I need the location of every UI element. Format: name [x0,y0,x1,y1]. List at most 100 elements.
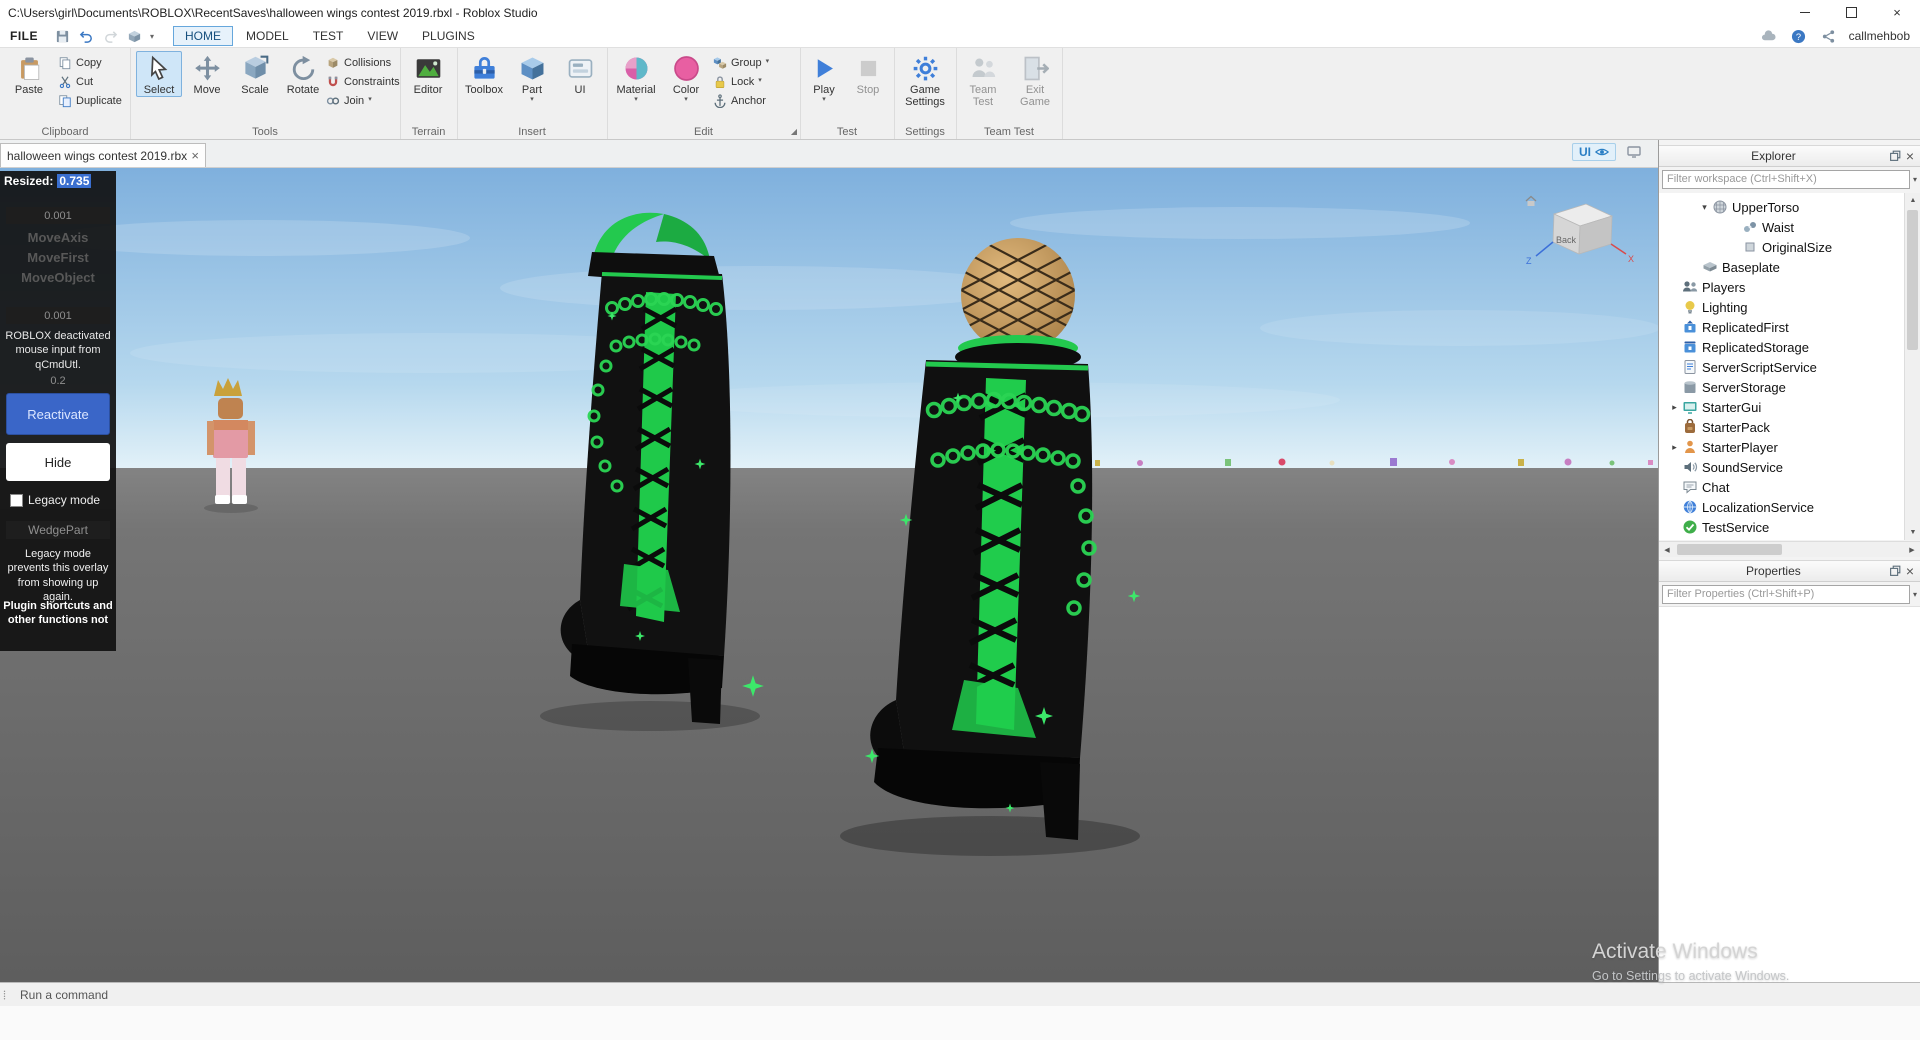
tree-item-replicatedfirst[interactable]: ReplicatedFirst [1659,317,1904,337]
tree-item-serverstorage[interactable]: ServerStorage [1659,377,1904,397]
scroll-up-icon[interactable]: ▲ [1905,193,1920,208]
clipboard-group-label: Clipboard [41,126,89,138]
scroll-right-icon[interactable]: ▶ [1904,542,1920,558]
chevron-right-icon[interactable]: ▸ [1667,442,1682,453]
tree-item-lighting[interactable]: Lighting [1659,297,1904,317]
command-input[interactable] [18,986,422,1003]
tree-item-waist[interactable]: Waist [1659,217,1904,237]
filter-dropdown-icon[interactable]: ▾ [1913,590,1917,599]
undo-icon[interactable] [77,28,95,44]
explorer-filter-input[interactable] [1662,169,1910,189]
material-button[interactable]: Material ▾ [611,51,661,105]
sync-cloud-icon[interactable] [1760,28,1778,44]
view-cube[interactable]: Back Z X [1520,190,1644,282]
drag-grip-icon[interactable] [2,987,12,1003]
game-settings-button[interactable]: Game Settings [900,51,950,109]
command-bar [0,982,1920,1006]
tree-item-baseplate[interactable]: Baseplate [1659,257,1904,277]
play-button[interactable]: Play ▾ [804,51,844,105]
plugin-menu-movefirst[interactable]: MoveFirst [0,248,116,267]
ribbon-tab-home[interactable]: HOME [173,26,234,46]
part-dropdown-button[interactable]: Part ▾ [509,51,555,105]
help-icon[interactable]: ? [1790,28,1808,44]
collisions-toggle[interactable]: Collisions [326,54,391,71]
tree-item-originalsize[interactable]: OriginalSize [1659,237,1904,257]
float-panel-icon[interactable] [1888,149,1902,163]
chevron-down-icon[interactable]: ▾ [1697,202,1712,213]
color-button[interactable]: Color ▾ [665,51,707,105]
scrollbar-thumb[interactable] [1907,210,1918,350]
close-panel-icon[interactable]: × [1906,149,1914,163]
lock-dropdown-button[interactable]: Lock ▾ [713,73,762,90]
minimize-button[interactable] [1782,0,1828,25]
plugin-menu-moveaxis[interactable]: MoveAxis [0,228,116,247]
ribbon-tab-test[interactable]: TEST [302,27,355,45]
explorer-horizontal-scrollbar[interactable]: ◀ ▶ [1659,541,1920,557]
device-emulation-icon[interactable] [1626,144,1642,160]
file-menu-button[interactable]: FILE [0,29,50,43]
paste-button[interactable]: Paste [6,51,52,97]
close-panel-icon[interactable]: × [1906,564,1914,578]
exit-game-button[interactable]: Exit Game [1010,51,1060,109]
lighting-icon [1682,299,1698,315]
terrain-editor-button[interactable]: Editor [405,51,451,97]
ui-visibility-toggle[interactable]: UI [1572,143,1616,161]
ui-button[interactable]: UI [557,51,603,97]
tree-item-testservice[interactable]: TestService [1659,517,1904,537]
ribbon-tab-plugins[interactable]: PLUGINS [411,27,486,45]
toolbox-button[interactable]: Toolbox [461,51,507,97]
starterplayer-icon [1682,439,1698,455]
reactivate-button[interactable]: Reactivate [6,393,110,435]
scroll-down-icon[interactable]: ▼ [1905,525,1920,540]
username[interactable]: callmehbob [1849,29,1910,43]
tree-item-serverscriptservice[interactable]: ServerScriptService [1659,357,1904,377]
join-dropdown-button[interactable]: Join ▾ [326,92,372,109]
document-tab[interactable]: halloween wings contest 2019.rbxl × [0,143,206,167]
view-cube-face-label[interactable]: Back [1556,235,1577,245]
tree-item-replicatedstorage[interactable]: ReplicatedStorage [1659,337,1904,357]
constraints-toggle[interactable]: Constraints [326,73,400,90]
tree-item-soundservice[interactable]: SoundService [1659,457,1904,477]
hide-button[interactable]: Hide [6,443,110,481]
tree-item-uppertorso[interactable]: ▾ UpperTorso [1659,197,1904,217]
insert-part-quick-icon[interactable] [125,28,143,44]
group-dropdown-button[interactable]: Group ▾ [713,54,769,71]
tree-item-starterpack[interactable]: StarterPack [1659,417,1904,437]
stop-button[interactable]: Stop [848,51,888,97]
scroll-left-icon[interactable]: ◀ [1659,542,1675,558]
rotate-tool-button[interactable]: Rotate [280,51,326,97]
duplicate-button[interactable]: Duplicate [58,92,122,109]
plugin-menu-moveobject[interactable]: MoveObject [0,268,116,287]
maximize-button[interactable] [1828,0,1874,25]
chevron-right-icon[interactable]: ▸ [1667,402,1682,413]
scrollbar-thumb[interactable] [1677,544,1782,555]
ribbon-tab-model[interactable]: MODEL [235,27,300,45]
filter-dropdown-icon[interactable]: ▾ [1913,175,1917,184]
scale-tool-button[interactable]: Scale [232,51,278,97]
quick-access-dropdown-icon[interactable]: ▾ [150,32,154,41]
ui-icon [567,55,594,82]
float-panel-icon[interactable] [1888,564,1902,578]
tree-item-chat[interactable]: Chat [1659,477,1904,497]
tree-item-startergui[interactable]: ▸ StarterGui [1659,397,1904,417]
copy-button[interactable]: Copy [58,54,102,71]
move-tool-button[interactable]: Move [184,51,230,97]
redo-icon[interactable] [101,28,119,44]
tree-item-localizationservice[interactable]: LocalizationService [1659,497,1904,517]
legacy-mode-checkbox[interactable] [10,493,23,507]
tree-item-players[interactable]: Players [1659,277,1904,297]
cut-button[interactable]: Cut [58,73,93,90]
share-icon[interactable] [1820,28,1838,44]
ribbon-tab-view[interactable]: VIEW [356,27,409,45]
viewport-3d-scene[interactable] [0,168,1658,982]
explorer-vertical-scrollbar[interactable]: ▲ ▼ [1904,193,1920,540]
close-button[interactable]: × [1874,0,1920,25]
3d-viewport[interactable]: Resized: 0.735 0.001 MoveAxis MoveFirst M… [0,168,1658,982]
anchor-toggle[interactable]: Anchor [713,92,766,109]
tree-item-starterplayer[interactable]: ▸ StarterPlayer [1659,437,1904,457]
document-tab-close-icon[interactable]: × [191,148,199,163]
properties-filter-input[interactable] [1662,584,1910,604]
save-icon[interactable] [53,28,71,44]
team-test-button[interactable]: Team Test [958,51,1008,109]
select-tool-button[interactable]: Select [136,51,182,98]
